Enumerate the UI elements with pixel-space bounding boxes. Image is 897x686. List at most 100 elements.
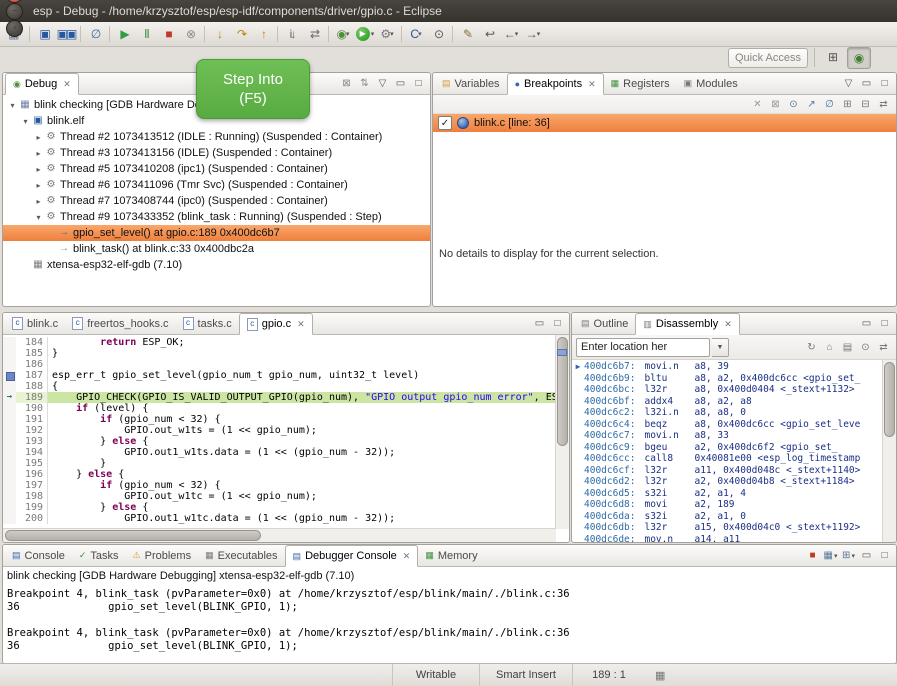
vertical-scrollbar[interactable] (882, 360, 896, 542)
step-into-button[interactable]: ↓ (208, 24, 230, 44)
maximize-button[interactable]: □ (876, 548, 893, 564)
code-line[interactable]: 188{ (3, 381, 556, 392)
disassembly-line[interactable]: 400dc6cc:call80x40081e00 <esp_log_timest… (572, 453, 896, 465)
code-line[interactable]: 186 (3, 359, 556, 370)
remove-breakpoint-button[interactable]: ✕ (749, 96, 766, 112)
tab-variables[interactable]: ▤Variables (435, 73, 507, 94)
forward-button[interactable]: →▾ (522, 24, 544, 44)
code-line[interactable]: 185} (3, 348, 556, 359)
tab-tasks-c[interactable]: ctasks.c (176, 313, 239, 334)
refresh-button[interactable]: ↻ (803, 339, 820, 355)
collapse-all-button[interactable]: ⊟ (857, 96, 874, 112)
thread-node[interactable]: ▾⚙Thread #9 1073433352 (blink_task : Run… (3, 209, 430, 225)
gdb-node[interactable]: ▦xtensa-esp32-elf-gdb (7.10) (3, 257, 430, 273)
thread-node[interactable]: ▸⚙Thread #7 1073408744 (ipc0) (Suspended… (3, 193, 430, 209)
minimize-button[interactable]: ▭ (858, 548, 875, 564)
save-all-button[interactable]: ▣▣ (55, 24, 77, 44)
expand-open-icon[interactable]: ▾ (7, 101, 18, 110)
home-button[interactable]: ⌂ (821, 339, 838, 355)
location-dropdown-icon[interactable]: ▼ (712, 338, 729, 357)
debug-button[interactable]: ◉▾ (332, 24, 354, 44)
code-line[interactable]: 195 } (3, 458, 556, 469)
code-line[interactable]: 196 } else { (3, 469, 556, 480)
overview-marker[interactable] (557, 349, 567, 356)
tab-debug[interactable]: ◉ Debug ✕ (5, 73, 79, 95)
expand-closed-icon[interactable]: ▸ (33, 133, 44, 142)
disassembly-line[interactable]: 400dc6c7:movi.na8, 33 (572, 430, 896, 442)
minimize-button[interactable]: ▭ (858, 316, 875, 332)
disassembly-line[interactable]: 400dc6c2:l32i.na8, a8, 0 (572, 407, 896, 419)
maximize-button[interactable]: ▫ (6, 20, 23, 37)
show-supported-breakpoints-button[interactable]: ⊙ (785, 96, 802, 112)
disassembly-line[interactable]: 400dc6da:s32ia2, a1, 0 (572, 511, 896, 523)
show-source-button[interactable]: ▤ (839, 339, 856, 355)
step-return-button[interactable]: ↑ (252, 24, 274, 44)
expand-closed-icon[interactable]: ▸ (33, 149, 44, 158)
disassembly-line[interactable]: 400dc6de:mov.na14, a11 (572, 534, 896, 543)
code-line[interactable]: 192 GPIO.out_w1ts = (1 << gpio_num); (3, 425, 556, 436)
external-tools-button[interactable]: ⚙▾ (376, 24, 398, 44)
go-to-file-button[interactable]: ↗ (803, 96, 820, 112)
resume-button[interactable]: ▶ (113, 24, 135, 44)
close-tab-icon[interactable]: ✕ (588, 79, 596, 90)
tab-breakpoints[interactable]: ●Breakpoints✕ (507, 73, 604, 95)
suspend-button[interactable]: Ⅱ (135, 24, 157, 44)
minimize-button[interactable]: ▭ (392, 76, 409, 92)
close-tab-icon[interactable]: ✕ (297, 319, 305, 330)
minimize-button[interactable]: – (6, 3, 23, 20)
tab-executables[interactable]: ▦Executables (198, 545, 284, 566)
stack-frame-node[interactable]: →blink_task() at blink.c:33 0x400dbc2a (3, 241, 430, 257)
code-line[interactable]: 197 if (gpio_num < 32) { (3, 480, 556, 491)
use-step-filters-button[interactable]: ⇄ (303, 24, 325, 44)
thread-node[interactable]: ▸⚙Thread #5 1073410208 (ipc1) (Suspended… (3, 161, 430, 177)
terminate-button[interactable]: ■ (157, 24, 179, 44)
code-line[interactable]: 199 } else { (3, 502, 556, 513)
maximize-button[interactable]: □ (410, 76, 427, 92)
disassembly-line[interactable]: 400dc6c4:beqza8, 0x400dc6cc <gpio_set_le… (572, 419, 896, 431)
expand-closed-icon[interactable]: ▸ (33, 197, 44, 206)
code-line[interactable]: 184 return ESP_OK; (3, 337, 556, 348)
tab-freertos-hooks-c[interactable]: cfreertos_hooks.c (65, 313, 175, 334)
maximize-button[interactable]: □ (549, 316, 566, 332)
maximize-button[interactable]: □ (876, 76, 893, 92)
expand-closed-icon[interactable]: ▸ (33, 181, 44, 190)
thread-node[interactable]: ▸⚙Thread #6 1073411096 (Tmr Svc) (Suspen… (3, 177, 430, 193)
location-input[interactable]: Enter location her (576, 338, 710, 357)
code-line[interactable]: 187esp_err_t gpio_set_level(gpio_num_t g… (3, 370, 556, 381)
code-line[interactable]: 190 if (level) { (3, 403, 556, 414)
disassembly-line[interactable]: 400dc6d8:movia2, 189 (572, 499, 896, 511)
thread-node[interactable]: ▸⚙Thread #2 1073413512 (IDLE : Running) … (3, 129, 430, 145)
disassembly-line[interactable]: 400dc6c9:bgeua2, 0x400dc6f2 <gpio_set_ (572, 442, 896, 454)
close-tab-icon[interactable]: ✕ (403, 551, 411, 562)
scrollbar-thumb[interactable] (884, 362, 895, 437)
last-edit-location-button[interactable]: ↩ (478, 24, 500, 44)
close-tab-icon[interactable]: ✕ (63, 79, 71, 90)
tab-disassembly[interactable]: ▥Disassembly✕ (635, 313, 739, 335)
code-line[interactable]: 191 if (gpio_num < 32) { (3, 414, 556, 425)
expand-open-icon[interactable]: ▾ (20, 117, 31, 126)
status-view-icon[interactable]: ▦ (655, 669, 665, 682)
tab-outline[interactable]: ▤Outline (574, 313, 635, 334)
back-button[interactable]: ←▾ (500, 24, 522, 44)
debug-perspective-button[interactable]: ◉ (847, 47, 871, 69)
track-expression-button[interactable]: ⊙ (857, 339, 874, 355)
tab-gpio-c[interactable]: cgpio.c✕ (239, 313, 313, 335)
run-button[interactable]: ▶▾ (354, 24, 376, 44)
instruction-stepping-mode-button[interactable]: ⇅ (356, 76, 373, 92)
open-console-button[interactable]: ⊞▾ (840, 548, 857, 564)
open-perspective-button[interactable]: ⊞ (822, 47, 844, 67)
code-line[interactable]: 193 } else { (3, 436, 556, 447)
close-tab-icon[interactable]: ✕ (724, 319, 732, 330)
tab-registers[interactable]: ▦Registers (604, 73, 677, 94)
step-over-button[interactable]: ↷ (230, 24, 252, 44)
disassembly-line[interactable]: 400dc6d5:s32ia2, a1, 4 (572, 488, 896, 500)
expand-closed-icon[interactable]: ▸ (33, 165, 44, 174)
disassembly-line[interactable]: 400dc6db:l32ra15, 0x400d04c0 <_stext+119… (572, 522, 896, 534)
quick-access-button[interactable]: Quick Access (728, 48, 808, 68)
instruction-stepping-button[interactable]: i↓ (281, 24, 303, 44)
tab-modules[interactable]: ▣Modules (677, 73, 745, 94)
breakpoint-checkbox[interactable]: ✓ (438, 116, 452, 130)
console-output[interactable]: Breakpoint 4, blink_task (pvParameter=0x… (3, 583, 896, 653)
disassembly-line[interactable]: 400dc6b9:bltua8, a2, 0x400dc6cc <gpio_se… (572, 373, 896, 385)
tab-console[interactable]: ▤Console (5, 545, 72, 566)
